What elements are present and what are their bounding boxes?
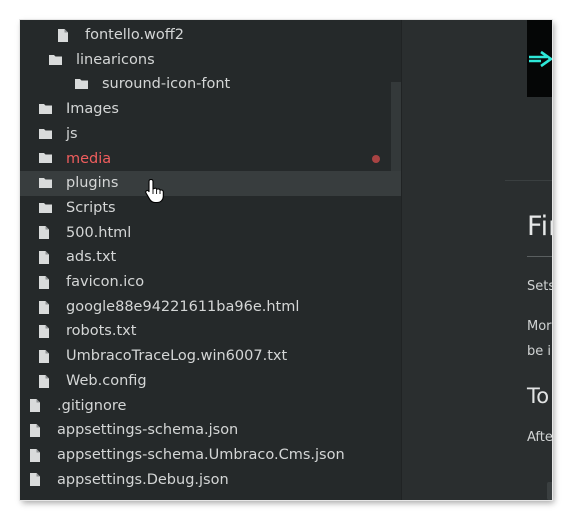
explorer-item[interactable]: js	[20, 122, 401, 147]
file-icon	[30, 424, 40, 438]
code-block	[547, 482, 552, 500]
explorer-item-label: favicon.ico	[66, 274, 145, 291]
pane-divider[interactable]	[401, 20, 402, 500]
explorer-item-label: google88e94221611ba96e.html	[66, 298, 300, 315]
explorer-item[interactable]: linearicons	[20, 48, 401, 73]
explorer-item[interactable]: Scripts	[20, 196, 401, 221]
file-icon	[39, 374, 49, 388]
explorer-item-label: ads.txt	[66, 249, 117, 266]
paragraph-3: Afte	[527, 430, 552, 445]
explorer-item[interactable]: plugins	[20, 171, 401, 196]
explorer-item-label: .gitignore	[57, 397, 127, 414]
explorer-item[interactable]: UmbracoTraceLog.win6007.txt	[20, 344, 401, 369]
explorer-item[interactable]: robots.txt	[20, 319, 401, 344]
paragraph-1: Sets	[527, 279, 552, 294]
explorer-item-label: appsettings.Debug.json	[57, 471, 229, 488]
folder-icon	[39, 128, 52, 141]
explorer-item-label: appsettings-schema.json	[57, 422, 239, 439]
explorer-item[interactable]: appsettings-schema.json	[20, 418, 401, 443]
explorer-item[interactable]: google88e94221611ba96e.html	[20, 295, 401, 320]
explorer-item-label: linearicons	[76, 51, 155, 68]
folder-icon	[39, 103, 52, 116]
file-icon	[30, 473, 40, 487]
explorer-item-label: 500.html	[66, 224, 132, 241]
explorer-item[interactable]: Images	[20, 97, 401, 122]
explorer-item[interactable]: favicon.ico	[20, 270, 401, 295]
explorer-item[interactable]: media	[20, 147, 401, 172]
explorer-item[interactable]: ads.txt	[20, 245, 401, 270]
explorer-item-label: suround-icon-font	[102, 76, 231, 93]
folder-icon	[75, 78, 88, 91]
hand-pointer-icon	[144, 178, 166, 204]
explorer-item-label: Scripts	[66, 199, 116, 216]
explorer-item[interactable]: appsettings.Debug.json	[20, 468, 401, 493]
explorer-item-label: appsettings-schema.Umbraco.Cms.json	[57, 446, 345, 463]
app-window: fontello.woff2 linearicons suround-icon-fo…	[20, 20, 552, 500]
paragraph-2-line-2: be i	[527, 344, 551, 359]
explorer-item-label: robots.txt	[66, 323, 137, 340]
explorer-item-label: plugins	[66, 175, 119, 192]
explorer-item-label: Images	[66, 101, 119, 118]
tab-divider	[505, 180, 552, 181]
arrow-icon	[529, 50, 552, 68]
explorer-item-label: Web.config	[66, 372, 147, 389]
explorer-item-label: fontello.woff2	[85, 27, 185, 44]
folder-icon	[49, 54, 62, 67]
paragraph-2-line-1: Mor	[527, 319, 552, 334]
article-subheading: To	[527, 384, 550, 408]
file-icon	[39, 325, 49, 339]
explorer-item[interactable]: suround-icon-font	[20, 72, 401, 97]
file-explorer: fontello.woff2 linearicons suround-icon-fo…	[20, 20, 401, 500]
explorer-item[interactable]: fontello.woff2	[20, 23, 401, 48]
folder-icon	[39, 152, 52, 165]
content-pane: DE Fir Sets Mor be i To Afte	[401, 20, 552, 500]
article-heading: Fir	[527, 211, 552, 242]
explorer-item[interactable]: appsettings-schema.Umbraco.Cms.json	[20, 443, 401, 468]
explorer-item-label: media	[66, 150, 112, 167]
file-icon	[58, 28, 68, 42]
explorer-item[interactable]: 500.html	[20, 221, 401, 246]
file-icon	[39, 349, 49, 363]
file-icon	[30, 399, 40, 413]
heading-rule	[527, 256, 552, 257]
file-icon	[39, 275, 49, 289]
folder-icon	[39, 202, 52, 215]
explorer-item-label: js	[66, 125, 78, 142]
folder-icon	[39, 177, 52, 190]
file-icon	[39, 300, 49, 314]
explorer-item[interactable]: Web.config	[20, 369, 401, 394]
file-icon	[30, 448, 40, 462]
explorer-item[interactable]: .gitignore	[20, 394, 401, 419]
file-icon	[39, 251, 49, 265]
explorer-item-label: UmbracoTraceLog.win6007.txt	[66, 348, 288, 365]
file-icon	[39, 226, 49, 240]
modified-indicator	[372, 154, 380, 163]
